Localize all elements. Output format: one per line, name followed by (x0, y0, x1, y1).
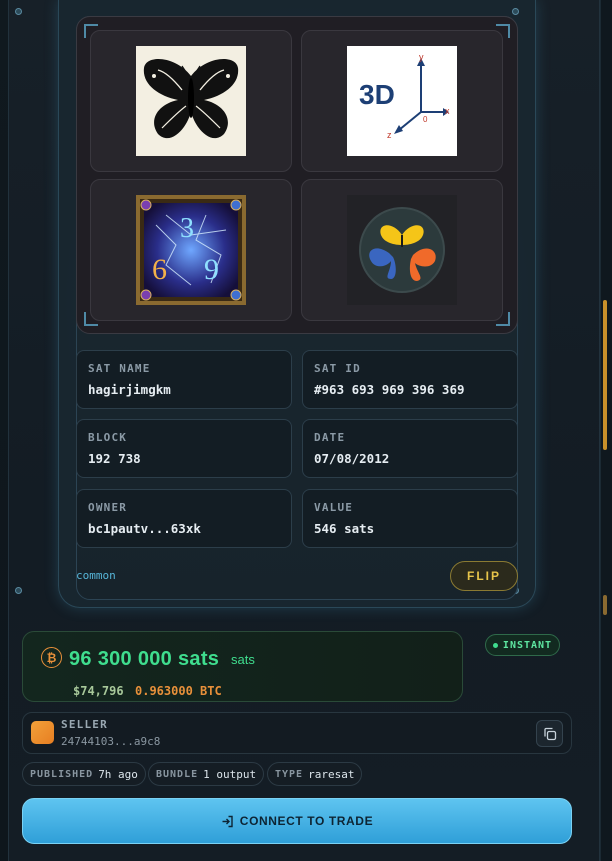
black-butterfly-image (136, 46, 246, 156)
block-value: 192 738 (88, 451, 141, 466)
sat-name-value: hagirjimgkm (88, 382, 171, 397)
price-usd: $74,796 (73, 684, 124, 698)
tag-bundle: BUNDLE 1 output (148, 762, 265, 786)
rivet (15, 8, 22, 15)
owner-value[interactable]: bc1pautv...63xk (88, 521, 280, 536)
inscription-tile-butterflies[interactable] (301, 179, 503, 321)
svg-text:z: z (387, 130, 392, 140)
flip-button[interactable]: FLIP (450, 561, 518, 591)
svg-text:3D: 3D (359, 79, 395, 110)
copy-address-button[interactable] (536, 720, 563, 747)
price-btc: 0.963000 BTC (135, 684, 222, 698)
rarity-label: common (76, 569, 116, 582)
price-amount-unit: sats (177, 648, 220, 670)
sat-id-label: SAT ID (314, 362, 361, 375)
tag-type: TYPE raresat (267, 762, 363, 786)
svg-text:y: y (419, 52, 424, 62)
instant-badge: INSTANT (485, 634, 560, 656)
login-icon (222, 815, 233, 827)
3d-axes-image: 3D y x z 0 (347, 46, 457, 156)
bitcoin-icon: ₿ (41, 647, 62, 668)
inscription-tile-butterfly[interactable] (90, 30, 292, 172)
svg-text:0: 0 (423, 115, 428, 124)
block-field: BLOCK 192 738 (76, 419, 292, 478)
inscription-tile-369[interactable]: 3 6 9 (90, 179, 292, 321)
date-field: DATE 07/08/2012 (302, 419, 518, 478)
copy-icon (543, 727, 556, 740)
value-field: VALUE 546 sats (302, 489, 518, 548)
rivet (512, 8, 519, 15)
rivet (15, 587, 22, 594)
tag-key: BUNDLE (156, 768, 199, 780)
price-amount-number: 96 300 000 (69, 648, 173, 670)
seller-label: SELLER (61, 718, 108, 731)
sat-name-label: SAT NAME (88, 362, 151, 375)
tag-value: raresat (308, 767, 355, 781)
tag-published: PUBLISHED 7h ago (22, 762, 146, 786)
owner-field: OWNER bc1pautv...63xk (76, 489, 292, 548)
date-label: DATE (314, 431, 346, 444)
sat-name-field: SAT NAME hagirjimgkm (76, 350, 292, 409)
background-right-edge (600, 0, 612, 861)
tag-value: 1 output (203, 767, 257, 781)
seller-avatar[interactable] (31, 721, 54, 744)
tag-key: TYPE (275, 768, 304, 780)
svg-text:3: 3 (180, 213, 194, 244)
value-label: VALUE (314, 501, 354, 514)
owner-label: OWNER (88, 501, 128, 514)
connect-to-trade-button[interactable]: CONNECT TO TRADE (22, 798, 572, 844)
sat-id-value: #963 693 969 396 369 (314, 382, 465, 397)
seller-address[interactable]: 24744103...a9c8 (61, 735, 160, 748)
connect-label: CONNECT TO TRADE (239, 814, 374, 828)
svg-text:x: x (445, 106, 450, 116)
butterflies-badge-image (347, 195, 457, 305)
instant-label: INSTANT (502, 639, 553, 651)
value-value: 546 sats (314, 521, 375, 536)
tag-key: PUBLISHED (30, 768, 94, 780)
block-label: BLOCK (88, 431, 128, 444)
price-unit: sats (231, 652, 255, 667)
status-dot-icon (492, 642, 498, 648)
tag-value: 7h ago (98, 767, 138, 781)
date-value: 07/08/2012 (314, 451, 390, 466)
369-card-image: 3 6 9 (136, 195, 246, 305)
svg-text:9: 9 (204, 253, 219, 286)
inscription-tile-3d[interactable]: 3D y x z 0 (301, 30, 503, 172)
price-amount: 96 300 000 sats (69, 648, 219, 671)
sat-id-field: SAT ID #963 693 969 396 369 (302, 350, 518, 409)
svg-text:6: 6 (152, 253, 167, 286)
